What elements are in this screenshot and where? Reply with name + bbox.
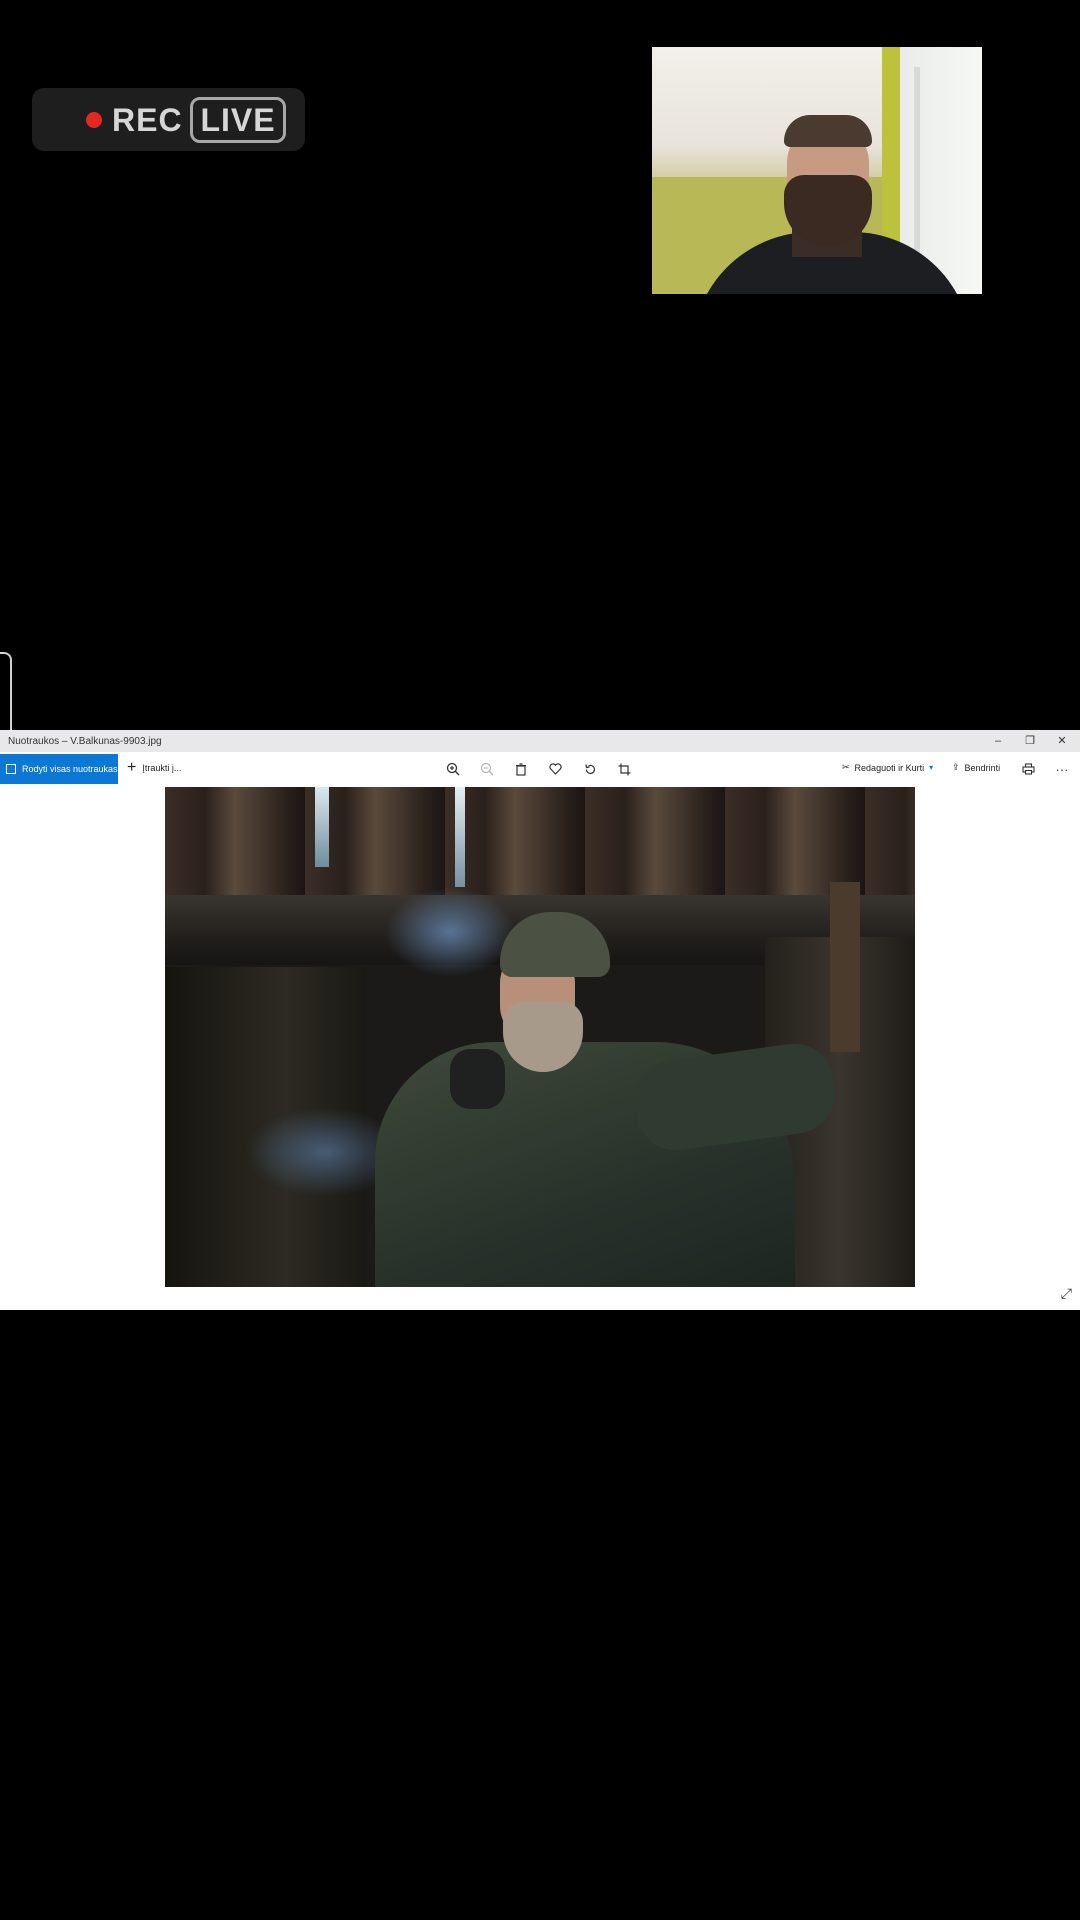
heart-icon[interactable] xyxy=(546,760,564,778)
photo-logs-ceiling xyxy=(165,787,915,897)
photos-icon xyxy=(6,764,16,774)
webcam-preview[interactable] xyxy=(652,47,982,294)
more-options-button[interactable]: ··· xyxy=(1053,760,1071,778)
maximize-button[interactable]: ❐ xyxy=(1020,733,1040,749)
screen: REC LIVE Nuotraukos – V.Balkunas-9903.jp… xyxy=(0,0,1080,1920)
cam-person-hair xyxy=(784,115,872,147)
photo-light-gap xyxy=(315,787,329,867)
photo-viewer-image[interactable] xyxy=(165,787,915,1287)
scissors-icon: ✂ xyxy=(842,762,850,772)
photo-smoke xyxy=(385,887,515,977)
share-label: Bendrinti xyxy=(964,762,1001,773)
photo-soldier-hand xyxy=(450,1049,505,1109)
share-button[interactable]: ⇪ Bendrinti xyxy=(952,762,1000,773)
add-to-label: Įtraukti į... xyxy=(142,763,182,773)
title-bar[interactable]: Nuotraukos – V.Balkunas-9903.jpg – ❐ ✕ xyxy=(0,730,1080,752)
stream-status-panel: REC LIVE xyxy=(32,88,305,151)
live-badge: LIVE xyxy=(190,97,286,143)
crop-icon[interactable] xyxy=(615,760,633,778)
chevron-down-icon: ▾ xyxy=(929,763,934,772)
print-icon[interactable] xyxy=(1019,760,1037,778)
show-all-label: Rodyti visas nuotraukas xyxy=(22,764,118,774)
add-to-button[interactable]: + Įtraukti į... xyxy=(127,759,182,776)
trash-icon[interactable] xyxy=(512,760,530,778)
rec-label: REC xyxy=(112,102,183,138)
window-title: Nuotraukos – V.Balkunas-9903.jpg xyxy=(8,736,162,747)
minimize-button[interactable]: – xyxy=(988,733,1008,749)
photos-app-window: Nuotraukos – V.Balkunas-9903.jpg – ❐ ✕ R… xyxy=(0,730,1080,1310)
photo-post xyxy=(830,882,860,1052)
toolbar: Rodyti visas nuotraukas + Įtraukti į... xyxy=(0,752,1080,786)
rotate-icon[interactable] xyxy=(581,760,599,778)
close-button[interactable]: ✕ xyxy=(1052,733,1072,749)
photo-light-gap xyxy=(455,787,465,887)
zoom-in-icon[interactable] xyxy=(444,760,462,778)
zoom-out-icon[interactable] xyxy=(478,760,496,778)
edit-label: Redaguoti ir Kurti xyxy=(854,762,925,773)
record-dot-icon xyxy=(86,112,102,128)
share-icon: ⇪ xyxy=(952,762,960,772)
plus-icon: + xyxy=(127,759,137,776)
edit-and-create-button[interactable]: ✂ Redaguoti ir Kurti ▾ xyxy=(842,762,933,773)
fullscreen-expand-icon[interactable]: ⤢ xyxy=(1061,1285,1072,1302)
show-all-photos-button[interactable]: Rodyti visas nuotraukas xyxy=(0,754,118,784)
